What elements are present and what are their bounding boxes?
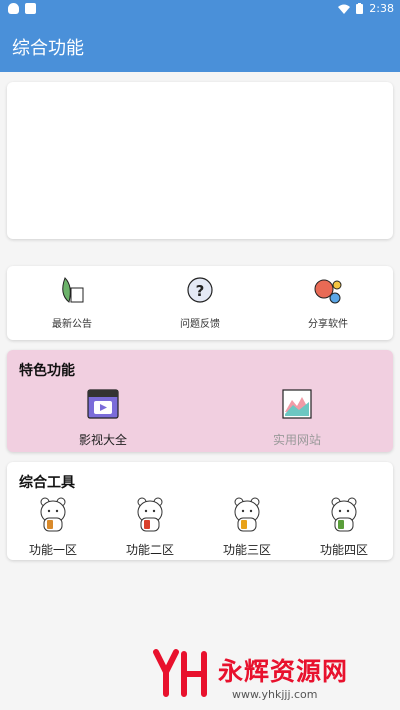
question-bubble-icon: ? — [187, 277, 213, 303]
share-bubbles-icon — [314, 279, 342, 304]
watermark-url: www.yhkjjj.com — [232, 688, 318, 701]
tool-zone-3-label: 功能三区 — [222, 543, 271, 557]
watermark-logo-icon — [153, 649, 207, 697]
quick-actions-card: 最新公告 ? 问题反馈 分享软件 — [7, 266, 393, 340]
feedback-button[interactable]: ? 问题反馈 — [140, 276, 260, 330]
tools-section-title: 综合工具 — [19, 475, 75, 491]
tool-zone-4-label: 功能四区 — [319, 543, 368, 557]
watermark-name: 永辉资源网 — [218, 657, 349, 686]
bear-icon — [137, 497, 163, 532]
announcement-label: 最新公告 — [52, 319, 92, 330]
website-chart-icon — [282, 389, 312, 419]
tool-zone-1-label: 功能一区 — [28, 543, 77, 557]
banner-area[interactable] — [7, 82, 393, 239]
tool-zone-1-button[interactable]: 功能一区 — [8, 496, 98, 558]
video-collection-button[interactable]: 影视大全 — [43, 388, 163, 448]
notification-icon — [8, 3, 19, 14]
video-player-icon — [87, 389, 119, 419]
tool-zone-3-button[interactable]: 功能三区 — [202, 496, 292, 558]
tool-zone-2-button[interactable]: 功能二区 — [105, 496, 195, 558]
wifi-icon — [338, 4, 351, 14]
feedback-label: 问题反馈 — [180, 319, 220, 330]
app-bar: 综合功能 — [0, 18, 400, 72]
feature-card: 特色功能 影视大全 实用网站 — [7, 350, 393, 452]
battery-icon — [356, 3, 364, 14]
feature-section-title: 特色功能 — [19, 363, 75, 379]
tool-zone-4-button[interactable]: 功能四区 — [299, 496, 389, 558]
app-notification-icon — [25, 3, 36, 14]
status-bar: 2:38 — [0, 0, 400, 18]
page-title: 综合功能 — [12, 38, 84, 59]
bear-icon — [234, 497, 260, 532]
bear-icon — [331, 497, 357, 532]
tools-card: 综合工具 功能一区 功能二区 功能三区 功能四区 — [7, 462, 393, 560]
leaf-note-icon — [62, 277, 84, 303]
video-collection-label: 影视大全 — [78, 433, 127, 447]
svg-text:?: ? — [196, 282, 205, 300]
tool-zone-2-label: 功能二区 — [125, 543, 174, 557]
status-time: 2:38 — [369, 2, 394, 15]
watermark: 永辉资源网 www.yhkjjj.com — [152, 648, 382, 708]
announcement-button[interactable]: 最新公告 — [12, 276, 132, 330]
useful-sites-button[interactable]: 实用网站 — [237, 388, 357, 448]
share-label: 分享软件 — [308, 319, 348, 330]
share-button[interactable]: 分享软件 — [268, 276, 388, 330]
useful-sites-label: 实用网站 — [272, 433, 321, 447]
bear-icon — [40, 497, 66, 532]
